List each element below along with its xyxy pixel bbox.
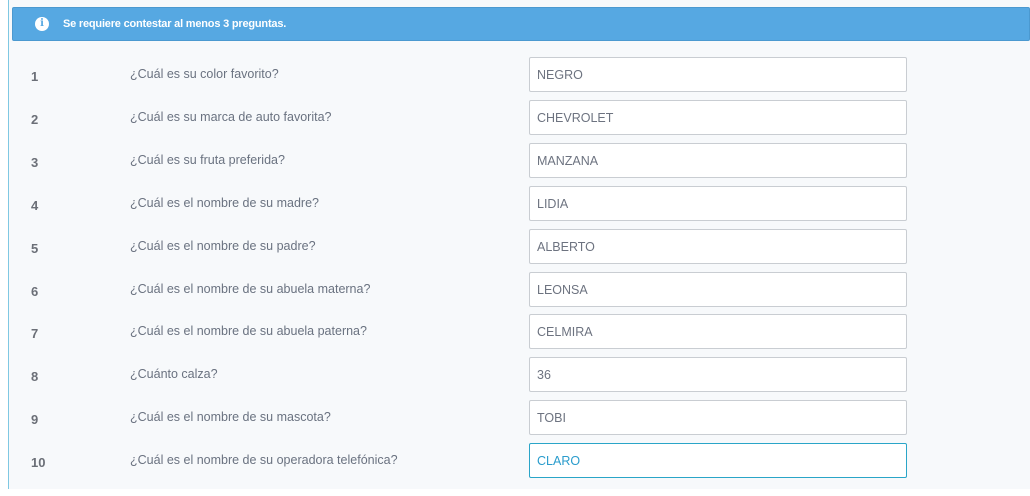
question-number: 2 — [31, 112, 39, 127]
answer-input[interactable] — [529, 272, 907, 307]
answer-input[interactable] — [529, 57, 907, 92]
alert-message: Se requiere contestar al menos 3 pregunt… — [63, 18, 287, 30]
question-number: 1 — [31, 69, 39, 84]
question-number: 9 — [31, 412, 39, 427]
question-text: ¿Cuál es su fruta preferida? — [130, 153, 285, 167]
question-number: 7 — [31, 326, 39, 341]
answer-input[interactable] — [529, 186, 907, 221]
question-text: ¿Cuál es su marca de auto favorita? — [130, 110, 332, 124]
question-text: ¿Cuál es el nombre de su abuela materna? — [130, 282, 371, 296]
info-alert: i Se requiere contestar al menos 3 pregu… — [12, 7, 1030, 41]
question-text: ¿Cuánto calza? — [130, 367, 218, 381]
question-number: 6 — [31, 284, 39, 299]
question-number: 8 — [31, 369, 39, 384]
question-row: 10 ¿Cuál es el nombre de su operadora te… — [0, 443, 1030, 496]
answer-input[interactable] — [529, 314, 907, 349]
question-number: 10 — [31, 455, 46, 470]
question-text: ¿Cuál es el nombre de su operadora telef… — [130, 453, 398, 467]
answer-input[interactable] — [529, 357, 907, 392]
answer-input[interactable] — [529, 229, 907, 264]
answer-input[interactable] — [529, 443, 907, 478]
question-text: ¿Cuál es el nombre de su padre? — [130, 239, 316, 253]
question-number: 5 — [31, 241, 39, 256]
answer-input[interactable] — [529, 100, 907, 135]
question-number: 3 — [31, 155, 39, 170]
question-text: ¿Cuál es su color favorito? — [130, 67, 279, 81]
question-text: ¿Cuál es el nombre de su madre? — [130, 196, 319, 210]
question-text: ¿Cuál es el nombre de su mascota? — [130, 410, 331, 424]
answer-input[interactable] — [529, 400, 907, 435]
info-icon: i — [35, 17, 49, 31]
answer-input[interactable] — [529, 143, 907, 178]
question-number: 4 — [31, 198, 39, 213]
question-text: ¿Cuál es el nombre de su abuela paterna? — [130, 324, 367, 338]
